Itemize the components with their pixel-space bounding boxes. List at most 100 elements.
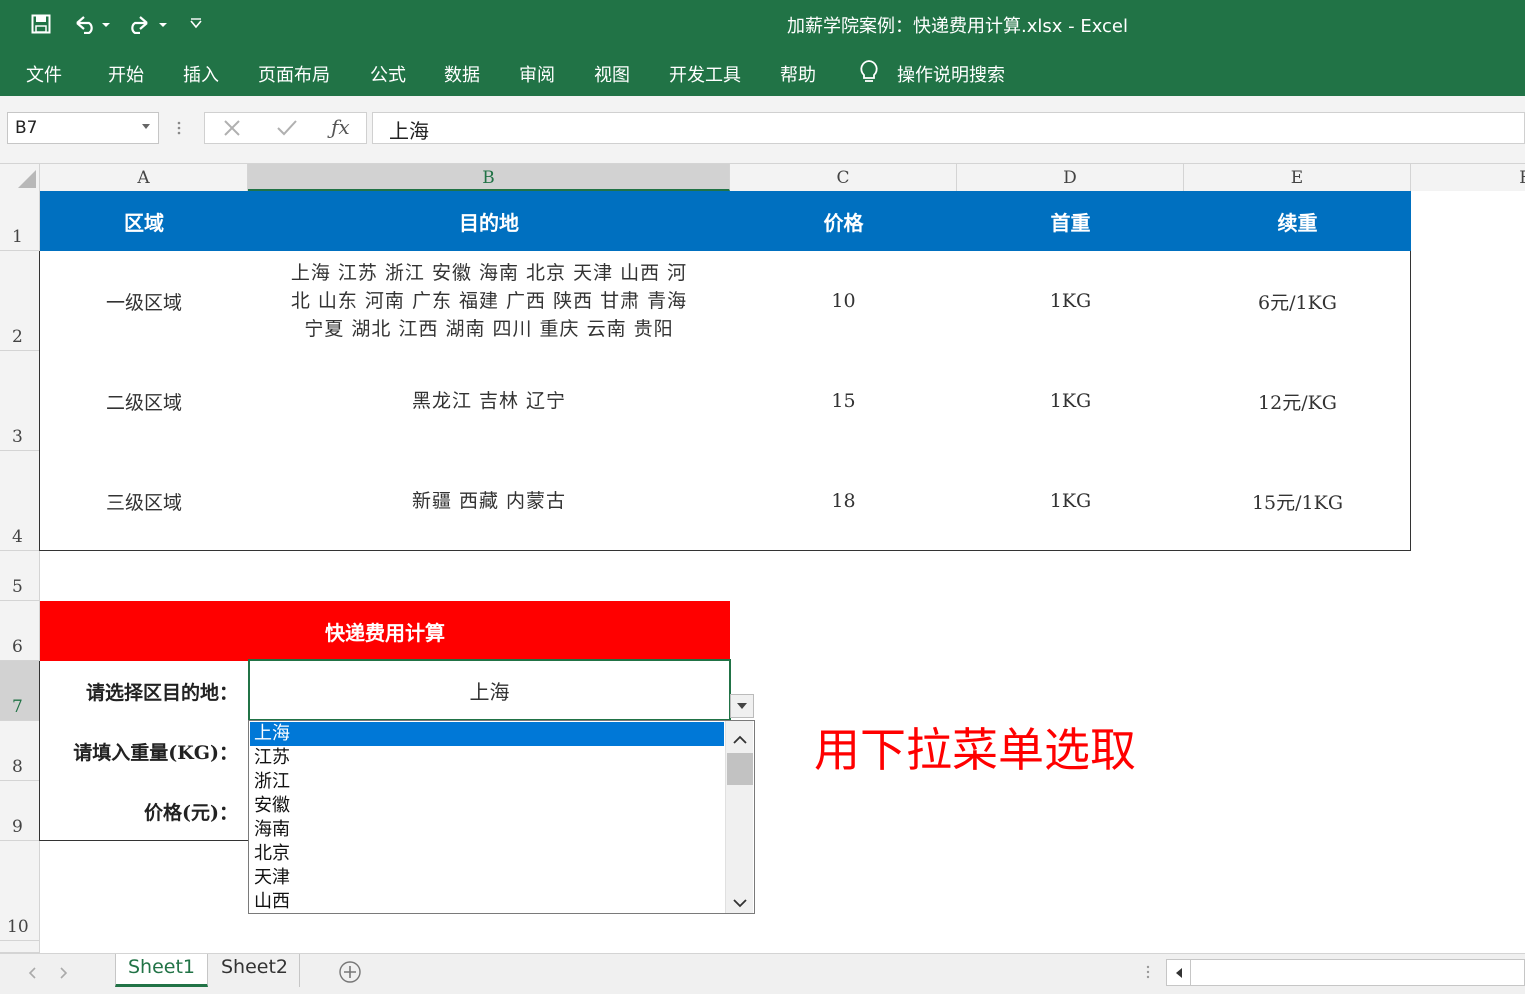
tab-formulas[interactable]: 公式 [370,61,406,87]
formula-bar: B7 ƒx 上海 [0,96,1525,164]
row-header-7[interactable]: 7 [0,661,40,721]
table-cell-extra-3[interactable]: 15元/1KG [1184,451,1411,551]
row-header-10[interactable]: 10 [0,841,40,941]
row-header-9[interactable]: 9 [0,781,40,841]
table-cell-dest-1[interactable]: 上海 江苏 浙江 安徽 海南 北京 天津 山西 河 北 山东 河南 广东 福建 … [248,251,730,351]
dest-line-1: 上海 江苏 浙江 安徽 海南 北京 天津 山西 河 [290,262,688,284]
scrollbar-thumb[interactable] [727,753,753,785]
calc-dest-input[interactable]: 上海 [248,659,731,721]
enter-icon[interactable] [276,119,298,141]
tab-help[interactable]: 帮助 [780,61,816,87]
column-header-e[interactable]: E [1184,164,1411,191]
scroll-left-icon[interactable] [28,964,36,983]
name-box-value: B7 [15,118,38,138]
row-header-2[interactable]: 2 [0,251,40,351]
table-cell-zone-2[interactable]: 二级区域 [40,351,248,451]
dest-line-2: 北 山东 河南 广东 福建 广西 陕西 甘肃 青海 [290,290,688,312]
table-cell-dest-3[interactable]: 新疆 西藏 内蒙古 [248,451,730,551]
dropdown-scrollbar[interactable] [725,721,753,913]
table-cell-first-2[interactable]: 1KG [957,351,1184,451]
dropdown-item[interactable]: 北京 [250,842,724,866]
tab-developer[interactable]: 开发工具 [669,61,741,87]
dest-line: 黑龙江 吉林 辽宁 [411,390,567,412]
row-header-5[interactable]: 5 [0,551,40,601]
table-cell-zone-3[interactable]: 三级区域 [40,451,248,551]
tell-me-search[interactable]: 操作说明搜索 [897,61,1005,87]
column-header-b[interactable]: B [248,164,730,191]
tab-page-layout[interactable]: 页面布局 [258,61,330,87]
dropdown-item[interactable]: 山西 [250,890,724,913]
dropdown-item[interactable]: 安徽 [250,794,724,818]
table-cell-zone-1[interactable]: 一级区域 [40,251,248,351]
table-cell-price-3[interactable]: 18 [730,451,957,551]
table-cell-price-2[interactable]: 15 [730,351,957,451]
tab-file[interactable]: 文件 [26,61,62,87]
horizontal-scrollbar[interactable] [1166,959,1525,986]
tab-insert[interactable]: 插入 [183,61,219,87]
table-cell-first-1[interactable]: 1KG [957,251,1184,351]
sheet-tab-sheet1[interactable]: Sheet1 [115,954,208,987]
sheet-tab-bar: Sheet1 Sheet2 [0,953,1525,994]
chevron-down-icon[interactable] [733,893,747,912]
scroll-right-icon[interactable] [60,964,68,983]
header-destination[interactable]: 目的地 [248,191,730,251]
header-zone[interactable]: 区域 [40,191,248,251]
table-cell-price-1[interactable]: 10 [730,251,957,351]
formula-input[interactable]: 上海 [372,112,1525,144]
annotation-text: 用下拉菜单选取 [814,723,1136,777]
cancel-icon[interactable] [223,119,241,141]
drag-handle-icon[interactable] [176,118,182,138]
add-sheet-icon[interactable] [338,960,362,988]
dropdown-button[interactable] [730,694,754,718]
calc-weight-label: 请填入重量(KG)： [73,741,238,764]
calc-price-label: 价格(元)： [144,801,238,824]
column-header-c[interactable]: C [730,164,957,191]
column-header-d[interactable]: D [957,164,1184,191]
column-headers: A B C D E F [0,164,1525,191]
drag-handle-icon[interactable] [1146,964,1150,984]
caret-left-icon [1175,967,1182,978]
row-header-6[interactable]: 6 [0,601,40,661]
column-header-f[interactable]: F [1411,164,1525,191]
lightbulb-icon[interactable] [858,59,880,90]
tab-review[interactable]: 审阅 [519,61,555,87]
header-price[interactable]: 价格 [730,191,957,251]
scroll-left-button[interactable] [1167,960,1191,985]
table-cell-dest-2[interactable]: 黑龙江 吉林 辽宁 [248,351,730,451]
table-cell-first-3[interactable]: 1KG [957,451,1184,551]
dropdown-item-selected[interactable]: 上海 [250,722,724,746]
tab-view[interactable]: 视图 [594,61,630,87]
dropdown-item[interactable]: 海南 [250,818,724,842]
header-first-weight[interactable]: 首重 [957,191,1184,251]
row-header-8[interactable]: 8 [0,721,40,781]
row-header-1[interactable]: 1 [0,191,40,251]
row-header-11[interactable] [0,941,40,953]
row-header-4[interactable]: 4 [0,451,40,551]
tab-data[interactable]: 数据 [444,61,480,87]
select-all-button[interactable] [0,164,40,191]
calc-dest-label: 请选择区目的地： [85,681,238,704]
calc-title[interactable]: 快递费用计算 [40,601,730,661]
dest-line-3: 宁夏 湖北 江西 湖南 四川 重庆 云南 贵阳 [304,318,674,340]
dropdown-item[interactable]: 浙江 [250,770,724,794]
dropdown-list[interactable]: 上海 江苏 浙江 安徽 海南 北京 天津 山西 [248,720,755,914]
dest-line: 新疆 西藏 内蒙古 [411,490,567,512]
column-header-a[interactable]: A [40,164,248,191]
name-box[interactable]: B7 [7,112,159,144]
formula-buttons: ƒx [204,112,367,144]
insert-function-icon[interactable]: ƒx [331,115,350,139]
chevron-down-icon[interactable] [142,124,150,129]
table-cell-extra-1[interactable]: 6元/1KG [1184,251,1411,351]
header-extra-weight[interactable]: 续重 [1184,191,1411,251]
row-header-3[interactable]: 3 [0,351,40,451]
title-bar: 加薪学院案例：快递费用计算.xlsx - Excel [0,0,1525,48]
window-title: 加薪学院案例：快递费用计算.xlsx - Excel [786,16,1129,37]
ribbon-tabs: 文件 开始 插入 页面布局 公式 数据 审阅 视图 开发工具 帮助 操作说明搜索 [0,48,1525,96]
dropdown-item[interactable]: 天津 [250,866,724,890]
table-cell-extra-2[interactable]: 12元/KG [1184,351,1411,451]
tab-home[interactable]: 开始 [108,61,144,87]
dropdown-item[interactable]: 江苏 [250,746,724,770]
sheet-tab-sheet2[interactable]: Sheet2 [210,954,300,987]
column-header-f-label: F [1519,168,1525,188]
chevron-up-icon[interactable] [733,729,747,748]
